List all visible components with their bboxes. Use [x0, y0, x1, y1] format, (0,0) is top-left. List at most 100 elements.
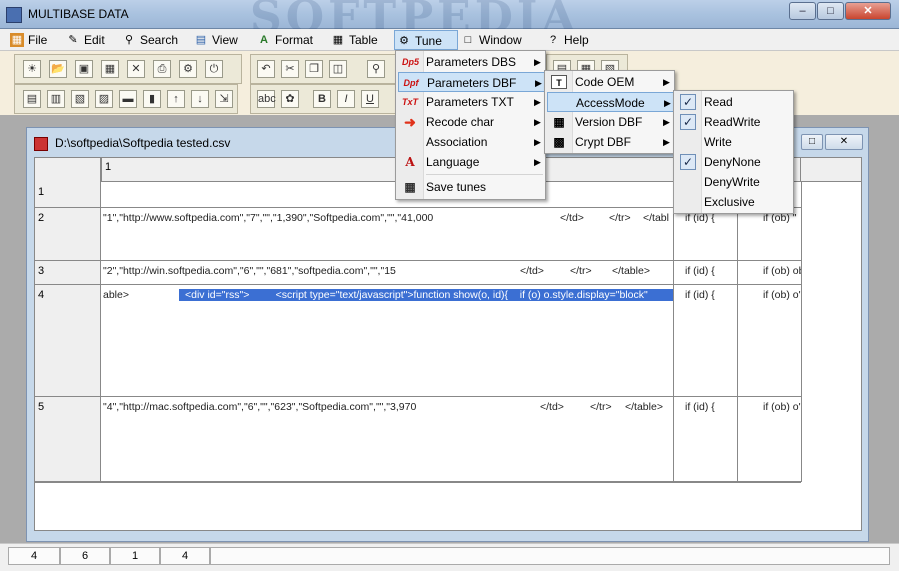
menu-tune[interactable]: ⚙ Tune: [394, 30, 458, 50]
table-toolbar: ▤ ▥ ▧ ▨ ▬ ▮ ↑ ↓ ⇲: [14, 84, 238, 114]
row-header[interactable]: 2: [35, 208, 101, 260]
menu-view[interactable]: ▤ View: [192, 30, 240, 50]
menu-item-readwrite[interactable]: ✓ ReadWrite: [676, 112, 791, 132]
table-row[interactable]: 5 "4","http://mac.softpedia.com","6","",…: [35, 397, 801, 482]
selected-text[interactable]: <div id="rss"> <script type="text/javasc…: [179, 289, 673, 301]
txt-icon: TxT: [402, 97, 419, 107]
menu-table[interactable]: ▦ Table: [329, 30, 381, 50]
menu-item-denywrite[interactable]: DenyWrite: [676, 172, 791, 192]
table-row[interactable]: 4 able> <div id="rss"> <script type="tex…: [35, 285, 801, 397]
menu-item-recode-char[interactable]: ➜ Recode char ▶: [398, 112, 543, 132]
undo-icon[interactable]: ↶: [257, 60, 275, 78]
brush-icon[interactable]: ✿: [281, 90, 299, 108]
cell-tail: </td>: [560, 212, 584, 224]
submenu-arrow-icon: ▶: [663, 137, 670, 147]
row-header[interactable]: 3: [35, 261, 101, 284]
menu-item-denynone[interactable]: ✓ DenyNone: [676, 152, 791, 172]
column-divider: [673, 285, 674, 396]
menu-item-code-oem[interactable]: T Code OEM ▶: [547, 72, 672, 92]
cell-col2[interactable]: if (id) {: [685, 265, 715, 277]
open-icon[interactable]: 📂: [49, 60, 67, 78]
maximize-button[interactable]: □: [817, 2, 844, 20]
window-title: MULTIBASE DATA: [28, 7, 129, 21]
cell-col2[interactable]: if (id) {: [685, 401, 715, 413]
menu-item-parameters-txt[interactable]: TxT Parameters TXT ▶: [398, 92, 543, 112]
column-header-1[interactable]: 1: [101, 158, 673, 182]
doc-close-button[interactable]: ✕: [825, 134, 863, 150]
menu-item-parameters-dbf[interactable]: Dpf Parameters DBF ▶: [398, 72, 545, 92]
checkmark-icon: ✓: [680, 94, 696, 110]
code-oem-icon: T: [551, 75, 567, 89]
menu-item-exclusive[interactable]: Exclusive: [676, 192, 791, 212]
submenu-arrow-icon: ▶: [534, 137, 541, 147]
cell-col3[interactable]: if (ob) ob: [763, 265, 801, 277]
delete-row-icon[interactable]: ▧: [71, 90, 89, 108]
menu-item-association[interactable]: Association ▶: [398, 132, 543, 152]
cell-text[interactable]: "2","http://win.softpedia.com","6","","6…: [103, 265, 396, 277]
menu-format[interactable]: A Format: [255, 30, 315, 50]
lock-icon: ▩: [553, 135, 565, 149]
save-icon[interactable]: ▣: [75, 60, 93, 78]
menu-help[interactable]: ? Help: [544, 30, 590, 50]
menu-item-parameters-dbs[interactable]: Dp5 Parameters DBS ▶: [398, 52, 543, 72]
submenu-arrow-icon: ▶: [664, 98, 671, 108]
cell-col2[interactable]: if (id) {: [685, 289, 715, 301]
resize-icon[interactable]: ⇲: [215, 90, 233, 108]
column-divider: [737, 285, 738, 396]
cell-text[interactable]: "1","http://www.softpedia.com","7","","1…: [103, 212, 433, 224]
menu-file[interactable]: ▦ File: [8, 30, 48, 50]
cell-text[interactable]: "4","http://mac.softpedia.com","6","","6…: [103, 401, 416, 413]
table-row[interactable]: 2 "1","http://www.softpedia.com","7","",…: [35, 208, 801, 261]
delete-col-icon[interactable]: ▨: [95, 90, 113, 108]
dbs-icon: Dp5: [402, 57, 420, 67]
column-icon[interactable]: ▮: [143, 90, 161, 108]
row-header[interactable]: 5: [35, 397, 101, 481]
sort-desc-icon[interactable]: ↓: [191, 90, 209, 108]
menu-edit[interactable]: ✎ Edit: [64, 30, 106, 50]
find-icon[interactable]: ⚲: [367, 60, 385, 78]
menu-search-label: Search: [140, 33, 179, 47]
edit-toolbar: ↶ ✂ ❐ ◫ ⚲: [250, 54, 396, 84]
cut-icon[interactable]: ✂: [281, 60, 299, 78]
exit-icon[interactable]: ⏻: [205, 60, 223, 78]
settings-icon[interactable]: ⚙: [179, 60, 197, 78]
menu-item-write[interactable]: Write: [676, 132, 791, 152]
row-header[interactable]: 4: [35, 285, 101, 396]
insert-col-icon[interactable]: ▥: [47, 90, 65, 108]
row-header[interactable]: 1: [35, 182, 101, 207]
menu-item-accessmode[interactable]: AccessMode ▶: [547, 92, 674, 112]
underline-icon[interactable]: U: [361, 90, 379, 108]
close-button[interactable]: ✕: [845, 2, 891, 20]
italic-icon[interactable]: I: [337, 90, 355, 108]
menu-search[interactable]: ⚲ Search: [120, 30, 178, 50]
submenu-arrow-icon: ▶: [535, 78, 542, 88]
doc-restore-button[interactable]: □: [801, 134, 823, 150]
minimize-button[interactable]: –: [789, 2, 816, 20]
copy-icon[interactable]: ❐: [305, 60, 323, 78]
menu-item-save-tunes[interactable]: ▦ Save tunes: [398, 177, 543, 197]
table-icon: ▦: [332, 34, 344, 46]
status-panel-pos: 4: [160, 547, 210, 565]
menu-item-crypt-dbf[interactable]: ▩ Crypt DBF ▶: [547, 132, 672, 152]
menu-window[interactable]: □ Window: [459, 30, 525, 50]
save-as-icon[interactable]: ▦: [101, 60, 119, 78]
cell-col3[interactable]: if (ob) o': [763, 401, 801, 413]
paste-icon[interactable]: ◫: [329, 60, 347, 78]
menu-item-language[interactable]: A Language ▶: [398, 152, 543, 172]
sort-asc-icon[interactable]: ↑: [167, 90, 185, 108]
cell-text[interactable]: able>: [103, 289, 129, 301]
spellcheck-icon[interactable]: abc: [257, 90, 276, 108]
new-icon[interactable]: ☀: [23, 60, 41, 78]
cell-col3[interactable]: if (ob) o': [763, 289, 801, 301]
menu-item-version-dbf[interactable]: ▦ Version DBF ▶: [547, 112, 672, 132]
bold-icon[interactable]: B: [313, 90, 331, 108]
corner-cell[interactable]: [35, 158, 101, 182]
close-file-icon[interactable]: ✕: [127, 60, 145, 78]
row-icon[interactable]: ▬: [119, 90, 137, 108]
cell-tail: </td>: [520, 265, 544, 277]
insert-row-icon[interactable]: ▤: [23, 90, 41, 108]
menu-item-read[interactable]: ✓ Read: [676, 92, 791, 112]
print-icon[interactable]: ⎙: [153, 60, 171, 78]
menu-item-label: Crypt DBF: [575, 135, 632, 149]
table-row[interactable]: 3 "2","http://win.softpedia.com","6","",…: [35, 261, 801, 285]
